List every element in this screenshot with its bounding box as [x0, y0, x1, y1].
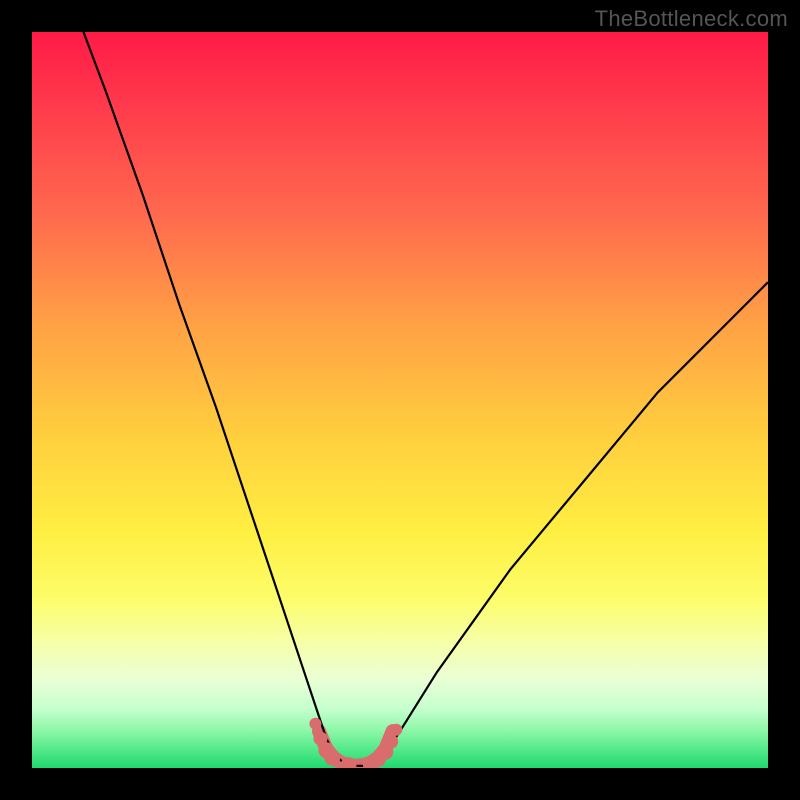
watermark-label: TheBottleneck.com — [595, 6, 788, 32]
valley-marker-dot — [390, 724, 402, 736]
valley-marker-dot — [324, 750, 340, 766]
chart-frame: TheBottleneck.com — [0, 0, 800, 800]
valley-marker-dot — [384, 735, 398, 749]
plot-area — [32, 32, 768, 768]
bottleneck-curve — [84, 32, 769, 766]
valley-marker-dot — [309, 718, 321, 730]
chart-svg — [32, 32, 768, 768]
